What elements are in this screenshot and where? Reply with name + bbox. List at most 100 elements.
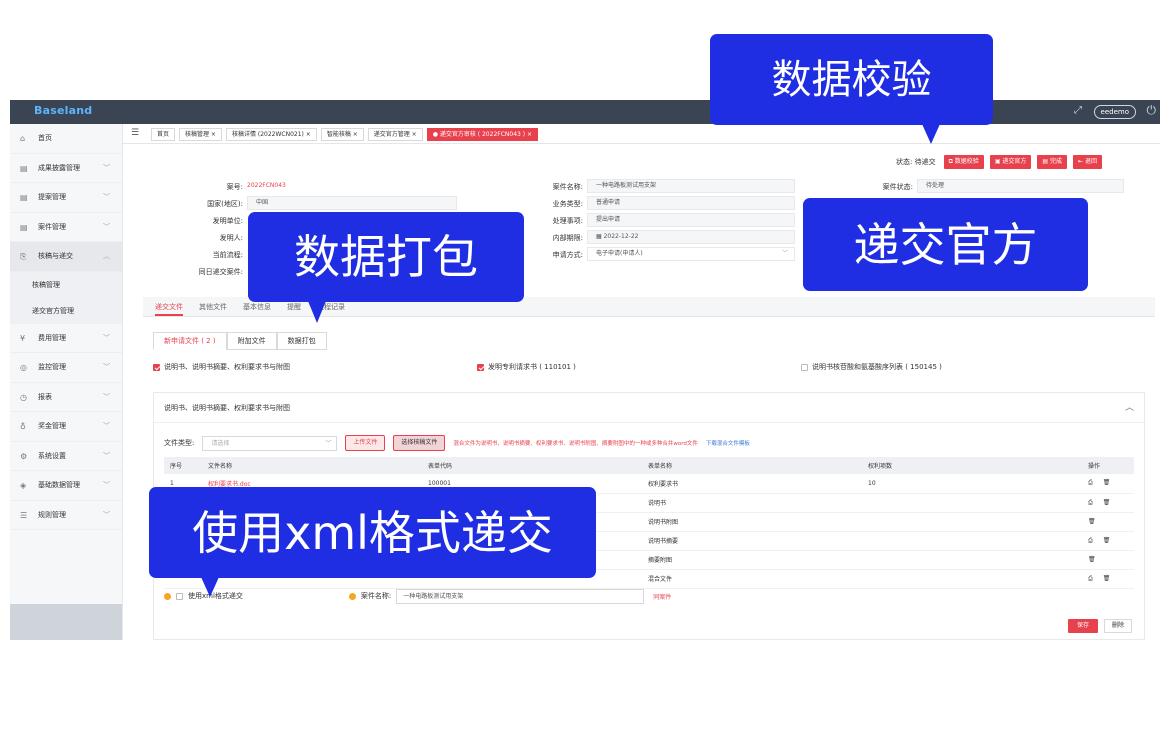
home-icon: ⌂ <box>20 134 26 143</box>
file-type-select[interactable]: 请选择 ﹀ <box>202 435 338 451</box>
tab-new-app-files[interactable]: 新申请文件 ( 2 ) <box>153 332 227 350</box>
sidebar-item-report[interactable]: ◷ 报表 ﹀ <box>10 383 122 412</box>
col-no: 序号 <box>164 457 202 474</box>
checkbox-spec-claims[interactable]: 说明书、说明书摘要、权利要求书与附图 <box>153 362 290 372</box>
sidebar-item-settings[interactable]: ⚙ 系统设置 ﹀ <box>10 442 122 471</box>
row-actions[interactable]: ⎙ 🗑 <box>1082 493 1134 513</box>
case-name-input[interactable]: 一种电路板测试用支架 <box>396 588 645 604</box>
business-type-label: 业务类型: <box>552 200 583 208</box>
deadline-field: ▦ 2022-12-22 <box>587 230 795 244</box>
sidebar: ⌂ 首页 ▤ 成果披露管理 ﹀ ▤ 提案管理 ﹀ ▤ 案件管理 ﹀ ⎘ 核稿与递交 ︿ 核稿管理 … <box>10 124 123 640</box>
complete-button[interactable]: ▤ 完成 <box>1037 155 1067 169</box>
user-menu[interactable]: eedemo <box>1093 105 1136 119</box>
case-name-label: 案件名称: <box>552 183 583 191</box>
chevron-down-icon: ﹀ <box>103 363 110 371</box>
business-type-field: 普通申请 <box>587 196 795 210</box>
checkbox[interactable] <box>153 363 160 371</box>
file-icon: ⎘ <box>20 252 27 261</box>
process-field: 提出申请 <box>587 213 795 227</box>
delete-button[interactable]: 删除 <box>1104 619 1132 633</box>
sidebar-item-case[interactable]: ▤ 案件管理 ﹀ <box>10 213 122 242</box>
tab-submit-files[interactable]: 递交文件 <box>155 297 183 316</box>
select-review-file-button[interactable]: 选择核稿文件 <box>393 435 446 451</box>
sidebar-item-rules[interactable]: ☰ 规则管理 ﹀ <box>10 501 122 530</box>
info-dot-icon <box>164 592 171 600</box>
case-name-field: 一种电路板测试用支架 <box>587 179 795 193</box>
same-case-link[interactable]: 同案件 <box>653 592 671 601</box>
checkbox-sequence[interactable]: 说明书核苷酸和氨基酸序列表 ( 150145 ) <box>801 362 942 372</box>
menu-toggle-icon[interactable]: ☰ <box>131 128 139 138</box>
callout-submit-official: 递交官方 <box>803 198 1088 291</box>
sidebar-item-proposal[interactable]: ▤ 提案管理 ﹀ <box>10 183 122 213</box>
page-tab-review[interactable]: 核稿管理 × <box>179 128 222 141</box>
mixed-file-hint: 混合文件为说明书、说明书摘要、权利要求书、说明书附图、摘要附图中的一种或多种合并… <box>453 441 698 447</box>
col-claims: 权利项数 <box>862 457 1082 474</box>
validate-button[interactable]: ⧉ 数据校验 <box>943 155 984 169</box>
page-tab-submit-official[interactable]: 递交官方管理 × <box>367 128 423 141</box>
checkbox[interactable] <box>801 363 808 371</box>
tab-data-pack[interactable]: 数据打包 <box>276 332 327 350</box>
inventor-label: 发明人: <box>219 234 243 242</box>
sidebar-item-bonus[interactable]: ♁ 奖金管理 ﹀ <box>10 412 122 442</box>
power-icon[interactable]: ⏻ <box>1147 103 1157 118</box>
tab-bar: ☰ 首页 核稿管理 × 核稿详情 (2022WCN021) × 智能核稿 × 递… <box>123 124 1160 144</box>
table-header-row: 序号 文件名称 表单代码 表单名称 权利项数 操作 <box>164 457 1134 474</box>
tab-other-files[interactable]: 其他文件 <box>199 297 227 316</box>
monitor-icon: ◎ <box>20 363 27 372</box>
clock-icon: ◷ <box>20 392 27 402</box>
chevron-down-icon: ﹀ <box>103 333 110 342</box>
apply-method-select[interactable]: 电子申请(申请人) ﹀ <box>587 247 795 261</box>
submit-official-button[interactable]: ▣ 递交官方 <box>989 155 1032 169</box>
sidebar-item-results[interactable]: ▤ 成果披露管理 ﹀ <box>10 154 122 183</box>
row-actions[interactable]: 🗑 <box>1082 550 1134 570</box>
callout-xml-submit: 使用xml格式递交 <box>149 487 596 597</box>
applicant-unit-label: 发明单位: <box>212 217 243 225</box>
money-icon: ¥ <box>20 333 26 343</box>
sidebar-item-review-submit[interactable]: ⎘ 核稿与递交 ︿ <box>10 242 122 272</box>
callout-validate: 数据校验 <box>710 34 993 144</box>
download-template-link[interactable]: 下载混合文件模板 <box>706 439 750 447</box>
callout-data-pack: 数据打包 <box>248 212 524 323</box>
row-actions[interactable]: ⎙ 🗑 <box>1082 531 1134 551</box>
row-actions[interactable]: 🗑 <box>1082 512 1134 532</box>
expand-icon[interactable]: ⤢ <box>1074 105 1082 116</box>
file-type-label: 文件类型: <box>164 439 195 447</box>
sidebar-item-monitor[interactable]: ◎ 监控管理 ﹀ <box>10 353 122 383</box>
section-header[interactable]: 说明书、说明书摘要、权利要求书与附图 ︿ <box>154 393 1144 423</box>
checkbox[interactable] <box>477 363 484 371</box>
chevron-down-icon: ﹀ <box>103 510 110 519</box>
logo: Baseland <box>34 104 93 117</box>
row-actions[interactable]: ⎙ 🗑 <box>1082 569 1134 589</box>
status-text: 状态: 待递交 <box>896 158 936 166</box>
sidebar-item-home[interactable]: ⌂ 首页 <box>10 124 122 154</box>
checkbox-request[interactable]: 发明专利请求书 ( 110101 ) <box>477 362 576 372</box>
sub-tabs: 新申请文件 ( 2 ) 附加文件 数据打包 <box>153 332 327 350</box>
sidebar-subitem-submit-official[interactable]: 递交官方管理 <box>10 297 122 324</box>
same-day-label: 同日递交案件: <box>198 268 243 276</box>
case-no-label: 案号: <box>226 183 243 191</box>
save-button[interactable]: 保存 <box>1068 619 1098 633</box>
sidebar-item-fee[interactable]: ¥ 费用管理 ﹀ <box>10 324 122 353</box>
page-tab-home[interactable]: 首页 <box>151 128 176 141</box>
page-tab-review-detail[interactable]: 核稿详情 (2022WCN021) × <box>225 128 317 141</box>
page-tab-smart-review[interactable]: 智能核稿 × <box>320 128 364 141</box>
return-button[interactable]: ⇤ 退回 <box>1073 155 1102 169</box>
sliders-icon: ☰ <box>20 510 28 520</box>
country-field: 中国 <box>247 196 457 210</box>
page-tab-submit-audit[interactable]: ● 递交官方审核 ( 2022FCN043 ) × <box>426 128 539 141</box>
upload-button[interactable]: 上传文件 <box>345 435 386 451</box>
country-label: 国家(地区): <box>207 200 243 208</box>
tab-attached-files[interactable]: 附加文件 <box>226 332 277 350</box>
file-type-row: 文件类型: 请选择 ﹀ 上传文件 选择核稿文件 混合文件为说明书、说明书摘要、权利… <box>164 435 750 451</box>
row-actions[interactable]: ⎙ 🗑 <box>1082 474 1134 494</box>
col-form-name: 表单名称 <box>642 457 862 474</box>
chevron-up-icon[interactable]: ︿ <box>1125 393 1134 423</box>
xml-checkbox[interactable] <box>176 592 183 600</box>
sidebar-item-basedata[interactable]: ◈ 基础数据管理 ﹀ <box>10 471 122 501</box>
chevron-down-icon: ﹀ <box>103 451 110 460</box>
layers-icon: ◈ <box>20 481 27 490</box>
sidebar-subitem-review[interactable]: 核稿管理 <box>10 271 122 298</box>
col-ops: 操作 <box>1082 457 1134 474</box>
chevron-down-icon: ﹀ <box>103 222 110 231</box>
chevron-down-icon: ﹀ <box>325 439 332 447</box>
